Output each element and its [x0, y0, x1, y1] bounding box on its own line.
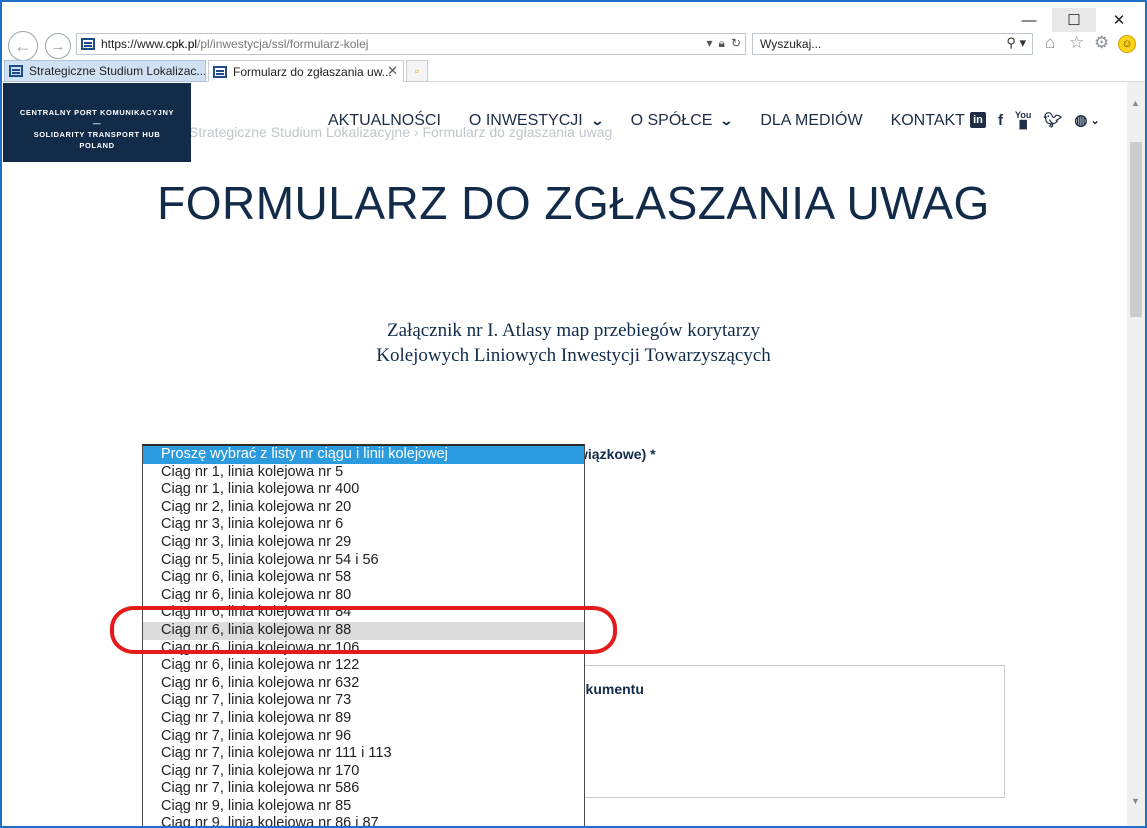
minimize-button[interactable]: —	[1007, 8, 1051, 32]
select-option[interactable]: Ciąg nr 5, linia kolejowa nr 54 i 56	[143, 552, 584, 570]
search-icon[interactable]: ⚲ ▾	[1006, 35, 1026, 51]
field-label: wiązkowe) *	[577, 446, 656, 462]
select-option-placeholder[interactable]: Proszę wybrać z listy nr ciągu i linii k…	[143, 446, 584, 464]
maximize-button[interactable]: ☐	[1052, 8, 1096, 32]
select-option[interactable]: Ciąg nr 6, linia kolejowa nr 80	[143, 587, 584, 605]
site-logo[interactable]: CENTRALNY PORT KOMUNIKACYJNY — SOLIDARIT…	[3, 83, 191, 162]
new-tab-icon: ▫	[414, 64, 420, 78]
red-highlight-annotation	[110, 606, 617, 654]
tab-form[interactable]: Formularz do zgłaszania uw... ✕	[208, 60, 404, 82]
close-tab-icon[interactable]: ✕	[387, 63, 398, 79]
refresh-icon[interactable]: ↻	[731, 36, 741, 51]
document-field-label: okumentu	[577, 681, 644, 697]
select-option[interactable]: Ciąg nr 7, linia kolejowa nr 586	[143, 780, 584, 798]
search-box[interactable]: Wyszukaj... ⚲ ▾	[752, 33, 1033, 55]
page-favicon-icon	[81, 38, 95, 50]
required-marker: *	[650, 446, 656, 462]
page-favicon-icon	[213, 65, 227, 78]
globe-icon: ◍	[1074, 112, 1088, 129]
youtube-icon[interactable]: You ▇	[1015, 111, 1031, 129]
select-option[interactable]: Ciąg nr 7, linia kolejowa nr 73	[143, 692, 584, 710]
tab-label: Formularz do zgłaszania uw...	[233, 64, 392, 79]
url-text[interactable]: https://www.cpk.pl/pl/inwestycja/ssl/for…	[101, 37, 368, 51]
nav-item-investment[interactable]: O INWESTYCJI ⌄	[469, 112, 605, 130]
search-input[interactable]: Wyszukaj...	[760, 37, 821, 51]
nav-item-news[interactable]: AKTUALNOŚCI	[328, 112, 441, 130]
twitter-icon[interactable]: 🐦︎	[1043, 111, 1062, 129]
social-links: in f You ▇ 🐦︎ ◍ ⌄	[970, 111, 1100, 129]
select-option[interactable]: Ciąg nr 9, linia kolejowa nr 85	[143, 798, 584, 816]
scroll-up-arrow-icon[interactable]: ▲	[1131, 98, 1140, 108]
address-bar[interactable]: https://www.cpk.pl/pl/inwestycja/ssl/for…	[76, 33, 746, 55]
nav-item-contact[interactable]: KONTAKT	[891, 112, 965, 130]
select-option[interactable]: Ciąg nr 3, linia kolejowa nr 29	[143, 534, 584, 552]
feedback-smiley-icon[interactable]: ☺	[1118, 35, 1136, 53]
back-button[interactable]: ←	[8, 31, 38, 61]
browser-toolbar: — ☐ ✕ ← → https://www.cpk.pl/pl/inwestyc…	[2, 2, 1145, 61]
chevron-down-icon: ⌄	[719, 113, 734, 128]
scrollbar-thumb[interactable]	[1130, 142, 1142, 317]
gear-icon[interactable]: ⚙	[1094, 33, 1109, 53]
favorites-star-icon[interactable]: ☆	[1069, 33, 1084, 53]
home-icon[interactable]: ⌂	[1045, 33, 1055, 53]
address-bar-actions: ▾ 🔒︎ ↻	[707, 36, 741, 51]
select-option[interactable]: Ciąg nr 6, linia kolejowa nr 58	[143, 569, 584, 587]
select-option[interactable]: Ciąg nr 9, linia kolejowa nr 86 i 87	[143, 815, 584, 826]
chevron-down-icon: ⌄	[590, 113, 605, 128]
chevron-down-icon: ⌄	[1090, 114, 1100, 127]
lock-icon[interactable]: 🔒︎	[719, 36, 725, 51]
select-option[interactable]: Ciąg nr 7, linia kolejowa nr 96	[143, 728, 584, 746]
page-favicon-icon	[9, 65, 23, 77]
tab-strategic-study[interactable]: Strategiczne Studium Lokalizac...	[4, 60, 206, 82]
facebook-icon[interactable]: f	[998, 112, 1003, 129]
nav-item-media[interactable]: DLA MEDIÓW	[760, 112, 862, 130]
browser-window: — ☐ ✕ ← → https://www.cpk.pl/pl/inwestyc…	[0, 0, 1147, 828]
select-option[interactable]: Ciąg nr 7, linia kolejowa nr 111 i 113	[143, 745, 584, 763]
close-window-button[interactable]: ✕	[1097, 8, 1141, 32]
select-option[interactable]: Ciąg nr 1, linia kolejowa nr 400	[143, 481, 584, 499]
main-nav: AKTUALNOŚCI O INWESTYCJI ⌄ O SPÓŁCE ⌄ DLA …	[328, 112, 993, 130]
linkedin-icon[interactable]: in	[970, 112, 986, 128]
new-tab-button[interactable]: ▫	[406, 60, 428, 82]
page-title: FORMULARZ DO ZGŁASZANIA UWAG	[157, 177, 990, 229]
select-option[interactable]: Ciąg nr 7, linia kolejowa nr 170	[143, 763, 584, 781]
arrow-left-icon: ←	[14, 35, 32, 56]
select-option[interactable]: Ciąg nr 2, linia kolejowa nr 20	[143, 499, 584, 517]
select-option[interactable]: Ciąg nr 7, linia kolejowa nr 89	[143, 710, 584, 728]
page-subtitle: Załącznik nr I. Atlasy map przebiegów ko…	[376, 320, 771, 366]
arrow-right-icon: →	[50, 37, 66, 55]
web-page: Strategiczne Studium Lokalizacyjne › For…	[2, 82, 1145, 826]
dropdown-arrow-icon[interactable]: ▾	[707, 36, 713, 51]
forward-button[interactable]: →	[45, 33, 71, 59]
language-switcher[interactable]: ◍ ⌄	[1074, 111, 1099, 129]
select-option[interactable]: Ciąg nr 3, linia kolejowa nr 6	[143, 516, 584, 534]
select-option[interactable]: Ciąg nr 6, linia kolejowa nr 632	[143, 675, 584, 693]
nav-item-company[interactable]: O SPÓŁCE ⌄	[631, 112, 734, 130]
select-option[interactable]: Ciąg nr 1, linia kolejowa nr 5	[143, 464, 584, 482]
tab-bar: Strategiczne Studium Lokalizac... Formul…	[2, 60, 1145, 82]
select-option[interactable]: Ciąg nr 6, linia kolejowa nr 122	[143, 657, 584, 675]
page-scrollbar[interactable]: ▲ ▼	[1127, 82, 1145, 826]
scroll-down-arrow-icon[interactable]: ▼	[1131, 796, 1140, 806]
tab-label: Strategiczne Studium Lokalizac...	[29, 64, 206, 78]
